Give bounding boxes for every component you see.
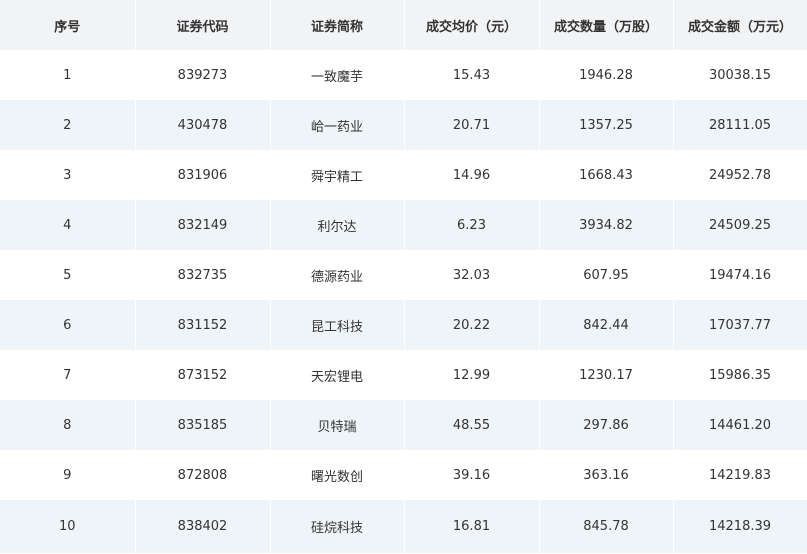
table-row: 10 838402 硅烷科技 16.81 845.78 14218.39 xyxy=(0,500,807,553)
cell-security-name: 峆一药业 xyxy=(270,100,405,150)
cell-avg-price: 32.03 xyxy=(404,250,540,300)
cell-security-code: 831906 xyxy=(135,150,271,200)
cell-index: 5 xyxy=(0,250,136,300)
cell-avg-price: 48.55 xyxy=(404,400,540,450)
table-body: 1 839273 一致魔芋 15.43 1946.28 30038.15 2 4… xyxy=(0,50,807,553)
table-row: 5 832735 德源药业 32.03 607.95 19474.16 xyxy=(0,250,807,300)
header-avg-price: 成交均价（元） xyxy=(404,0,540,50)
cell-amount: 15986.35 xyxy=(673,350,807,400)
cell-volume: 3934.82 xyxy=(539,200,674,250)
header-row: 序号 证券代码 证券简称 成交均价（元） 成交数量（万股） 成交金额（万元） xyxy=(0,0,807,50)
table-row: 8 835185 贝特瑞 48.55 297.86 14461.20 xyxy=(0,400,807,450)
cell-index: 7 xyxy=(0,350,136,400)
header-volume: 成交数量（万股） xyxy=(539,0,674,50)
cell-amount: 24952.78 xyxy=(673,150,807,200)
table-row: 4 832149 利尔达 6.23 3934.82 24509.25 xyxy=(0,200,807,250)
cell-security-name: 贝特瑞 xyxy=(270,400,405,450)
cell-security-code: 873152 xyxy=(135,350,271,400)
cell-security-code: 835185 xyxy=(135,400,271,450)
cell-security-code: 872808 xyxy=(135,450,271,500)
cell-security-name: 硅烷科技 xyxy=(270,500,405,553)
cell-security-code: 839273 xyxy=(135,50,271,100)
cell-security-code: 838402 xyxy=(135,500,271,553)
header-amount: 成交金额（万元） xyxy=(673,0,807,50)
cell-amount: 19474.16 xyxy=(673,250,807,300)
cell-index: 8 xyxy=(0,400,136,450)
cell-security-name: 一致魔芋 xyxy=(270,50,405,100)
cell-security-name: 昆工科技 xyxy=(270,300,405,350)
cell-amount: 17037.77 xyxy=(673,300,807,350)
cell-index: 10 xyxy=(0,500,136,553)
cell-avg-price: 14.96 xyxy=(404,150,540,200)
trading-table: 序号 证券代码 证券简称 成交均价（元） 成交数量（万股） 成交金额（万元） 1… xyxy=(0,0,807,553)
cell-volume: 1357.25 xyxy=(539,100,674,150)
cell-index: 4 xyxy=(0,200,136,250)
cell-volume: 297.86 xyxy=(539,400,674,450)
cell-volume: 1946.28 xyxy=(539,50,674,100)
cell-amount: 14461.20 xyxy=(673,400,807,450)
cell-amount: 24509.25 xyxy=(673,200,807,250)
cell-volume: 607.95 xyxy=(539,250,674,300)
cell-amount: 28111.05 xyxy=(673,100,807,150)
cell-security-name: 利尔达 xyxy=(270,200,405,250)
cell-volume: 1668.43 xyxy=(539,150,674,200)
table-row: 2 430478 峆一药业 20.71 1357.25 28111.05 xyxy=(0,100,807,150)
table-row: 3 831906 舜宇精工 14.96 1668.43 24952.78 xyxy=(0,150,807,200)
cell-avg-price: 20.22 xyxy=(404,300,540,350)
cell-index: 3 xyxy=(0,150,136,200)
cell-amount: 30038.15 xyxy=(673,50,807,100)
header-security-name: 证券简称 xyxy=(270,0,405,50)
cell-volume: 363.16 xyxy=(539,450,674,500)
cell-volume: 842.44 xyxy=(539,300,674,350)
cell-index: 9 xyxy=(0,450,136,500)
cell-security-name: 舜宇精工 xyxy=(270,150,405,200)
cell-volume: 1230.17 xyxy=(539,350,674,400)
cell-amount: 14218.39 xyxy=(673,500,807,553)
cell-security-code: 831152 xyxy=(135,300,271,350)
cell-security-name: 天宏锂电 xyxy=(270,350,405,400)
cell-index: 6 xyxy=(0,300,136,350)
cell-security-name: 曙光数创 xyxy=(270,450,405,500)
cell-avg-price: 15.43 xyxy=(404,50,540,100)
cell-avg-price: 39.16 xyxy=(404,450,540,500)
cell-avg-price: 20.71 xyxy=(404,100,540,150)
header-security-code: 证券代码 xyxy=(135,0,271,50)
cell-avg-price: 6.23 xyxy=(404,200,540,250)
cell-index: 2 xyxy=(0,100,136,150)
cell-amount: 14219.83 xyxy=(673,450,807,500)
cell-avg-price: 12.99 xyxy=(404,350,540,400)
cell-security-code: 832735 xyxy=(135,250,271,300)
table-header: 序号 证券代码 证券简称 成交均价（元） 成交数量（万股） 成交金额（万元） xyxy=(0,0,807,50)
cell-security-code: 430478 xyxy=(135,100,271,150)
table-row: 9 872808 曙光数创 39.16 363.16 14219.83 xyxy=(0,450,807,500)
cell-avg-price: 16.81 xyxy=(404,500,540,553)
header-index: 序号 xyxy=(0,0,136,50)
cell-security-code: 832149 xyxy=(135,200,271,250)
table-row: 7 873152 天宏锂电 12.99 1230.17 15986.35 xyxy=(0,350,807,400)
cell-volume: 845.78 xyxy=(539,500,674,553)
cell-security-name: 德源药业 xyxy=(270,250,405,300)
table-row: 6 831152 昆工科技 20.22 842.44 17037.77 xyxy=(0,300,807,350)
table-row: 1 839273 一致魔芋 15.43 1946.28 30038.15 xyxy=(0,50,807,100)
cell-index: 1 xyxy=(0,50,136,100)
